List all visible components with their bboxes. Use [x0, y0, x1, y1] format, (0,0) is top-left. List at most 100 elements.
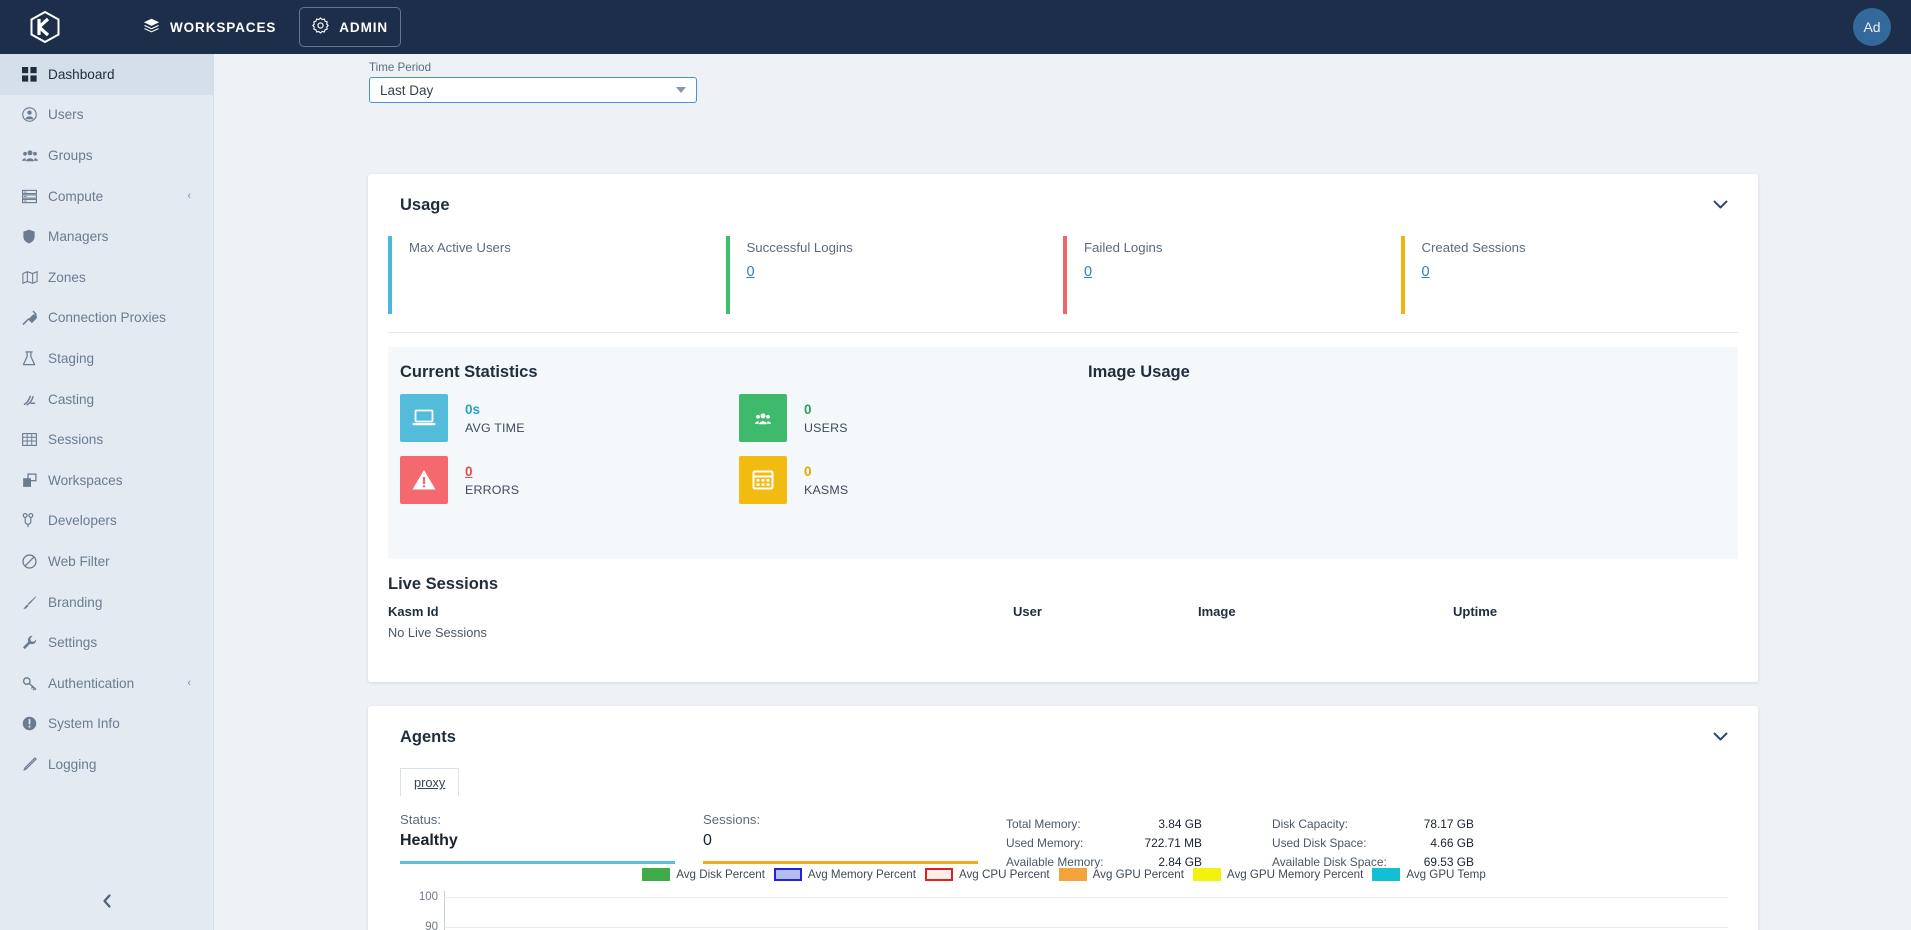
memory-stat-key: Total Memory:: [1006, 817, 1081, 831]
statistic-kasms: 0 KASMS: [739, 456, 1078, 504]
chevron-left-icon[interactable]: ‹: [187, 677, 191, 689]
usage-metric-label: Failed Logins: [1084, 240, 1163, 255]
sidebar-item-workspaces[interactable]: Workspaces: [0, 460, 213, 501]
legend-item-avg-memory-percent[interactable]: Avg Memory Percent: [773, 868, 916, 881]
sidebar-item-authentication[interactable]: Authentication ‹: [0, 663, 213, 704]
windows-icon: [22, 473, 48, 488]
usage-metric-created-sessions: Created Sessions 0: [1400, 236, 1739, 314]
key-icon: [22, 676, 48, 691]
usage-divider: [388, 332, 1738, 333]
statistic-caption: KASMS: [804, 482, 849, 497]
live-sessions-table-header: Kasm Id User Image Uptime: [388, 604, 1738, 619]
nav-admin-label: ADMIN: [339, 19, 389, 35]
server-icon: [22, 189, 48, 204]
sidebar-item-staging[interactable]: Staging: [0, 338, 213, 379]
legend-item-avg-gpu-memory-percent[interactable]: Avg GPU Memory Percent: [1192, 868, 1364, 881]
usage-metric-successful-logins: Successful Logins 0: [725, 236, 1064, 314]
shield-icon: [22, 229, 48, 244]
statistic-caption: USERS: [804, 420, 848, 435]
legend-swatch: [773, 868, 802, 881]
agent-sessions-value: 0: [703, 832, 712, 849]
block-icon: [22, 554, 48, 569]
disk-stat-key: Disk Capacity:: [1272, 817, 1348, 831]
sidebar-item-zones[interactable]: Zones: [0, 257, 213, 298]
statistics-grid: 0s AVG TIME 0 USERS 0 ERRORS 0 KASMS: [400, 394, 1078, 518]
sidebar-item-developers[interactable]: Developers: [0, 501, 213, 542]
sidebar-item-web-filter[interactable]: Web Filter: [0, 541, 213, 582]
legend-label: Avg GPU Memory Percent: [1226, 868, 1364, 881]
nav-workspaces-button[interactable]: WORKSPACES: [130, 7, 289, 47]
statistic-avg-time: 0s AVG TIME: [400, 394, 739, 442]
usage-metric-value[interactable]: 0: [1422, 264, 1430, 280]
sidebar-item-label: Staging: [48, 350, 95, 366]
chevron-down-icon[interactable]: [1713, 730, 1728, 745]
agent-status-block: Status: Healthy: [400, 812, 675, 872]
usage-metric-value[interactable]: 0: [1084, 264, 1092, 280]
chevron-down-icon[interactable]: [1713, 198, 1728, 213]
memory-stat-key: Used Memory:: [1006, 836, 1084, 850]
sidebar-item-logging[interactable]: Logging: [0, 744, 213, 785]
sidebar-item-settings[interactable]: Settings: [0, 622, 213, 663]
avatar[interactable]: Ad: [1853, 8, 1891, 46]
time-period-select[interactable]: Last Day: [369, 77, 697, 103]
current-statistics-section: Current Statistics 0s AVG TIME 0 USERS 0 ERRO…: [388, 363, 1078, 559]
sidebar-collapse-button[interactable]: [0, 886, 213, 920]
sidebar-item-label: Branding: [48, 594, 103, 610]
sidebar-item-groups[interactable]: Groups: [0, 135, 213, 176]
statistic-value: 0s: [465, 401, 481, 417]
legend-item-avg-gpu-temp[interactable]: Avg GPU Temp: [1372, 868, 1486, 881]
sidebar-item-connection-proxies[interactable]: Connection Proxies: [0, 298, 213, 339]
sidebar-item-compute[interactable]: Compute ‹: [0, 176, 213, 217]
memory-stats: Total Memory: Used Memory: Available Memor…: [1006, 815, 1202, 872]
legend-item-avg-cpu-percent[interactable]: Avg CPU Percent: [924, 868, 1050, 881]
sidebar-item-label: System Info: [48, 716, 120, 732]
chevron-left-icon[interactable]: ‹: [187, 190, 191, 202]
sidebar-item-label: Connection Proxies: [48, 310, 166, 326]
live-sessions-section: Live Sessions Kasm Id User Image Uptime …: [388, 575, 1738, 640]
memory-stat-value: 3.84 GB: [1158, 817, 1202, 831]
warning-icon: [400, 456, 448, 504]
legend-label: Avg Memory Percent: [807, 868, 916, 881]
plug-icon: [22, 310, 48, 326]
agent-details: Status: Healthy Sessions: 0 Total Memory…: [368, 796, 1758, 872]
legend-item-avg-disk-percent[interactable]: Avg Disk Percent: [642, 868, 765, 881]
sidebar-item-users[interactable]: Users: [0, 95, 213, 136]
legend-label: Avg GPU Percent: [1092, 868, 1184, 881]
statistic-value[interactable]: 0: [465, 464, 519, 479]
avatar-initials: Ad: [1863, 19, 1881, 35]
sidebar-item-sessions[interactable]: Sessions: [0, 419, 213, 460]
sidebar-item-casting[interactable]: Casting: [0, 379, 213, 420]
pencil-icon: [22, 757, 48, 772]
sidebar-item-system-info[interactable]: System Info: [0, 704, 213, 745]
sidebar-item-dashboard[interactable]: Dashboard: [0, 54, 213, 95]
agent-tab-proxy[interactable]: proxy: [400, 768, 460, 796]
usage-card: Usage Max Active Users Successful Logins 0…: [368, 174, 1758, 682]
live-sessions-empty-text: No Live Sessions: [388, 625, 487, 640]
legend-label: Avg Disk Percent: [676, 868, 765, 881]
sidebar-item-branding[interactable]: Branding: [0, 582, 213, 623]
map-icon: [22, 270, 48, 285]
disk-stat-value: 78.17 GB: [1423, 817, 1474, 831]
legend-swatch: [1058, 868, 1087, 881]
time-period-control: Time Period Last Day: [369, 61, 697, 103]
legend-item-avg-gpu-percent[interactable]: Avg GPU Percent: [1058, 868, 1184, 881]
chevron-left-icon: [101, 893, 113, 914]
people-icon: [22, 148, 48, 163]
sidebar-item-label: Authentication: [48, 675, 135, 691]
legend-swatch: [1192, 868, 1221, 881]
sidebar-item-label: Users: [48, 107, 84, 123]
usage-metric-value[interactable]: 0: [747, 264, 755, 280]
usage-card-header: Usage: [368, 174, 1758, 236]
sidebar-item-label: Casting: [48, 391, 95, 407]
people-icon: [739, 394, 787, 442]
kasm-logo-icon[interactable]: [18, 11, 72, 43]
legend-swatch: [924, 868, 953, 881]
nav-admin-button[interactable]: ADMIN: [299, 7, 402, 47]
disk-stat-value: 4.66 GB: [1430, 836, 1474, 850]
disk-stats: Disk Capacity: Used Disk Space: Available …: [1272, 815, 1474, 872]
statistic-users: 0 USERS: [739, 394, 1078, 442]
sidebar-item-managers[interactable]: Managers: [0, 216, 213, 257]
y-tick-label: 100: [418, 891, 438, 903]
agent-tabs: proxy: [368, 768, 1758, 796]
sidebar-item-label: Dashboard: [48, 66, 115, 82]
